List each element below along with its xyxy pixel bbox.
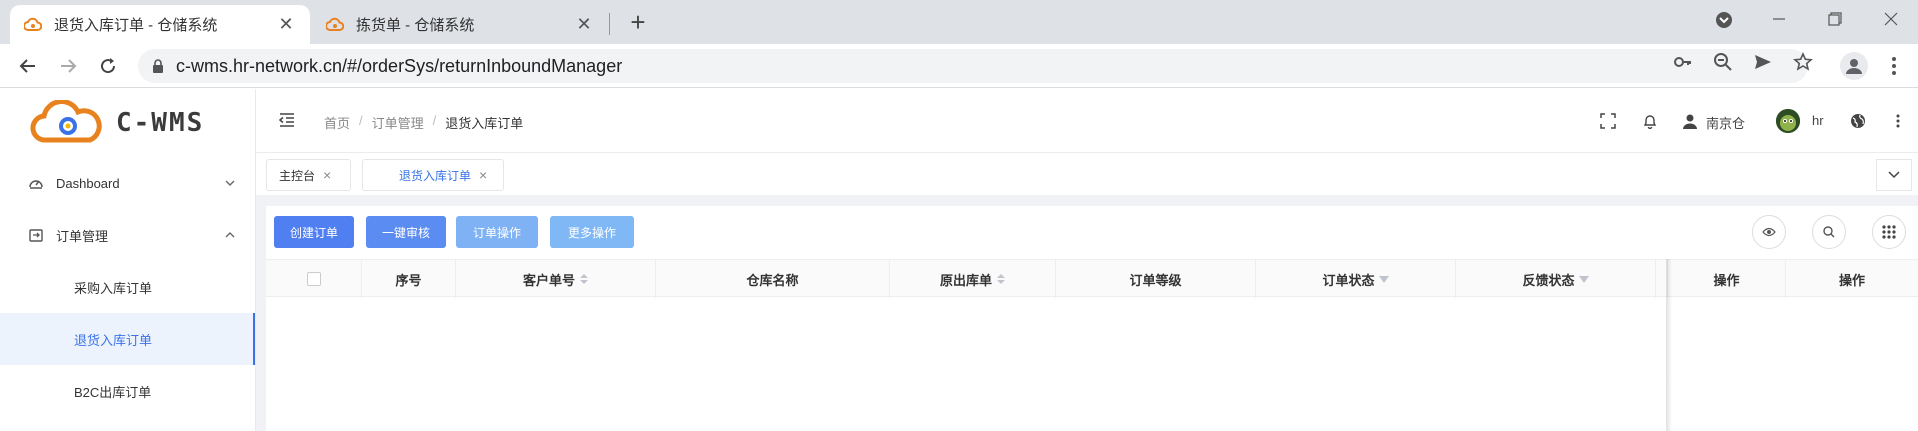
bookmark-star-icon[interactable]: [1792, 51, 1814, 73]
order-actions-button[interactable]: 订单操作: [456, 216, 538, 248]
tabs-view-bar: 主控台 × 退货入库订单 ×: [256, 153, 1918, 195]
select-all-checkbox[interactable]: [306, 272, 321, 286]
sidebar-item-label: Dashboard: [56, 175, 120, 191]
fixed-column-divider: [1668, 297, 1669, 431]
breadcrumb-current: 退货入库订单: [445, 116, 524, 131]
close-icon[interactable]: ×: [323, 167, 331, 183]
breadcrumb-order-management[interactable]: 订单管理: [372, 113, 424, 132]
send-icon[interactable]: [1752, 51, 1774, 73]
window-close-icon[interactable]: [1876, 6, 1906, 34]
app-logo[interactable]: C-WMS: [0, 89, 255, 157]
tab-divider: [609, 13, 610, 35]
column-header: 订单等级: [1056, 260, 1256, 298]
main-content: 首页 / 订单管理 / 退货入库订单 南京仓 hr 主控台 × 退货入库订单 ×…: [256, 89, 1918, 431]
url-text: c-wms.hr-network.cn/#/orderSys/returnInb…: [176, 55, 623, 76]
column-header-sortable[interactable]: 原出库单: [890, 260, 1056, 298]
user-icon: [1680, 111, 1700, 131]
tab-label: 主控台: [279, 168, 316, 183]
dashboard-icon: [28, 175, 44, 191]
browser-tab-inactive[interactable]: 拣货单 - 仓储系统 ✕: [312, 5, 608, 44]
sidebar-item-dashboard[interactable]: Dashboard: [0, 157, 255, 209]
column-header-sortable[interactable]: 客户单号: [456, 260, 656, 298]
app-header: 首页 / 订单管理 / 退货入库订单 南京仓 hr: [256, 89, 1918, 153]
key-icon[interactable]: [1672, 51, 1694, 73]
sidebar-subitem-b2c-outbound[interactable]: B2C出库订单: [0, 365, 255, 417]
filter-icon[interactable]: [1578, 275, 1589, 283]
browser-tab-strip: 退货入库订单 - 仓储系统 ✕ 拣货单 - 仓储系统 ✕ +: [0, 0, 1918, 44]
chevron-down-icon: [225, 176, 235, 190]
sidebar-item-order-management[interactable]: 订单管理: [0, 209, 255, 261]
forward-icon[interactable]: [54, 52, 82, 80]
column-header: 仓库名称: [656, 260, 890, 298]
username[interactable]: hr: [1812, 113, 1824, 128]
column-header: 序号: [362, 260, 456, 298]
sort-icon[interactable]: [580, 274, 588, 284]
new-tab-button[interactable]: +: [624, 8, 652, 36]
select-all-cell: [266, 260, 362, 298]
breadcrumb: 首页 / 订单管理 / 退货入库订单: [324, 113, 524, 132]
browser-menu-icon[interactable]: [1884, 54, 1904, 78]
lock-icon: [152, 59, 164, 73]
globe-icon[interactable]: [1848, 111, 1868, 131]
chevron-down-icon: [1888, 171, 1900, 179]
restore-icon[interactable]: [1820, 6, 1850, 34]
tab-return-inbound[interactable]: 退货入库订单 ×: [362, 159, 504, 191]
sidebar-item-label: 订单管理: [56, 228, 109, 244]
fullscreen-icon[interactable]: [1598, 111, 1618, 131]
column-header-actions: 操作: [1838, 272, 1865, 288]
table-panel: 创建订单 一键审核 订单操作 更多操作 序号 客户单号 仓库名称 原出库单 订单…: [266, 206, 1918, 431]
order-icon: [28, 227, 44, 243]
avatar[interactable]: [1776, 109, 1800, 133]
column-header-filterable[interactable]: 订单状态: [1256, 260, 1456, 298]
tabs-dropdown-button[interactable]: [1876, 159, 1912, 191]
sidebar: C-WMS Dashboard 订单管理 采购入库订单 退货入库订单 B2C出库…: [0, 89, 256, 431]
tab-label: 退货入库订单: [399, 168, 472, 183]
column-header-filterable[interactable]: 反馈状态: [1456, 260, 1656, 298]
address-bar[interactable]: c-wms.hr-network.cn/#/orderSys/returnInb…: [138, 49, 1808, 83]
breadcrumb-home[interactable]: 首页: [324, 113, 350, 132]
browser-toolbar: c-wms.hr-network.cn/#/orderSys/returnInb…: [0, 44, 1918, 88]
cloud-logo-icon: [30, 100, 102, 143]
zoom-icon[interactable]: [1712, 51, 1734, 73]
batch-approve-button[interactable]: 一键审核: [366, 216, 446, 248]
tab-search-icon[interactable]: [1709, 6, 1739, 38]
collapse-sidebar-icon[interactable]: [278, 111, 298, 131]
sidebar-subitem-return-inbound[interactable]: 退货入库订单: [0, 313, 255, 365]
close-icon[interactable]: ✕: [574, 14, 594, 35]
browser-tab-title: 拣货单 - 仓储系统: [356, 17, 475, 34]
browser-tab-title: 退货入库订单 - 仓储系统: [54, 17, 218, 34]
reload-icon[interactable]: [94, 52, 122, 80]
sort-icon[interactable]: [997, 274, 1005, 284]
profile-avatar-icon[interactable]: [1840, 52, 1868, 80]
cloud-favicon-icon: [24, 16, 42, 34]
bell-icon[interactable]: [1640, 111, 1660, 131]
fixed-column-shadow: [1666, 259, 1672, 431]
search-icon[interactable]: [1812, 215, 1846, 249]
browser-tab-active[interactable]: 退货入库订单 - 仓储系统 ✕: [10, 5, 310, 44]
filter-icon[interactable]: [1378, 275, 1389, 283]
warehouse-selector[interactable]: 南京仓: [1706, 113, 1745, 132]
grid-icon[interactable]: [1872, 215, 1906, 249]
back-icon[interactable]: [14, 52, 42, 80]
more-actions-button[interactable]: 更多操作: [550, 216, 634, 248]
eye-icon[interactable]: [1752, 215, 1786, 249]
create-order-button[interactable]: 创建订单: [274, 216, 354, 248]
cloud-favicon-icon: [326, 16, 344, 34]
close-icon[interactable]: ✕: [276, 14, 296, 35]
column-header-actions: 操作: [1668, 260, 1786, 298]
more-vertical-icon[interactable]: [1888, 111, 1908, 131]
logo-text: C-WMS: [116, 108, 205, 138]
sidebar-subitem-purchase-inbound[interactable]: 采购入库订单: [0, 261, 255, 313]
close-icon[interactable]: ×: [479, 167, 487, 183]
minimize-icon[interactable]: [1764, 6, 1794, 34]
chevron-up-icon: [225, 228, 235, 242]
tab-dashboard[interactable]: 主控台 ×: [266, 159, 351, 191]
